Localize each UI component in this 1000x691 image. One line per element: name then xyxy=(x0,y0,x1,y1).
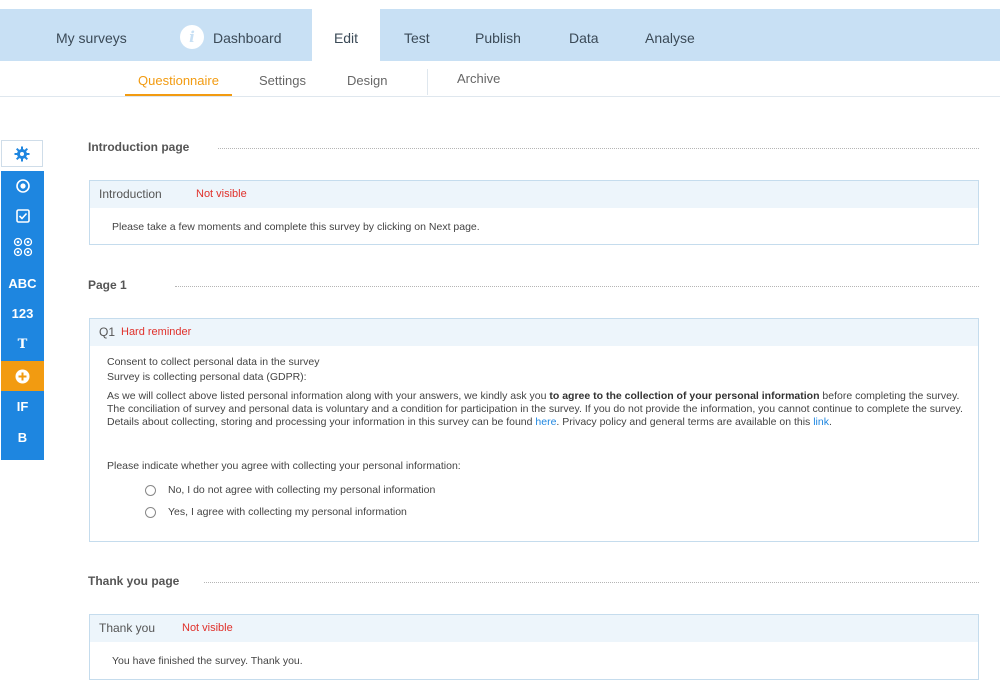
section-divider xyxy=(218,148,979,149)
question-type-sidebar: ABC 123 T IF B xyxy=(1,171,44,460)
subtab-questionnaire[interactable]: Questionnaire xyxy=(125,61,232,96)
add-more-button[interactable] xyxy=(1,361,44,391)
checkbox-question-icon xyxy=(15,209,30,223)
card-header: Introduction Not visible xyxy=(90,181,978,208)
add-block-button[interactable]: B xyxy=(1,422,44,452)
question-subtitle: Survey is collecting personal data (GDPR… xyxy=(107,371,307,383)
visibility-flag: Not visible xyxy=(196,188,247,200)
radio-button[interactable] xyxy=(145,484,156,496)
question-card-q1[interactable]: Q1 Hard reminder Consent to collect pers… xyxy=(89,318,979,542)
info-icon[interactable]: i xyxy=(180,25,204,49)
question-prompt: Please indicate whether you agree with c… xyxy=(107,460,461,472)
thank-you-card[interactable]: Thank you Not visible You have finished … xyxy=(89,614,979,680)
section-divider xyxy=(204,582,979,583)
section-title-page-1: Page 1 xyxy=(88,278,127,292)
card-header: Thank you Not visible xyxy=(90,615,978,642)
section-title-introduction: Introduction page xyxy=(88,140,190,154)
introduction-card[interactable]: Introduction Not visible Please take a f… xyxy=(89,180,979,245)
sub-nav: Questionnaire Settings Design Archive xyxy=(0,61,1000,97)
answer-label: No, I do not agree with collecting my pe… xyxy=(168,484,436,496)
radio-question-icon xyxy=(15,179,30,193)
add-multiple-choice-button[interactable] xyxy=(1,201,44,231)
consent-paragraph: As we will collect above listed personal… xyxy=(107,390,963,428)
question-id: Q1 xyxy=(99,325,116,339)
card-header: Q1 Hard reminder xyxy=(90,319,978,346)
add-text-block-button[interactable]: T xyxy=(1,329,44,359)
radio-button[interactable] xyxy=(145,506,156,518)
gear-icon xyxy=(14,146,30,161)
question-title: Consent to collect personal data in the … xyxy=(107,356,320,368)
tab-data[interactable]: Data xyxy=(569,9,599,61)
tab-publish[interactable]: Publish xyxy=(475,9,521,61)
privacy-policy-link[interactable]: link xyxy=(813,416,829,428)
card-title: Introduction xyxy=(99,187,162,201)
tab-edit[interactable]: Edit xyxy=(312,9,380,61)
add-text-answer-button[interactable]: ABC xyxy=(1,268,44,298)
card-title: Thank you xyxy=(99,621,156,635)
introduction-text: Please take a few moments and complete t… xyxy=(112,221,480,233)
reminder-flag: Hard reminder xyxy=(121,326,192,338)
answer-option[interactable]: No, I do not agree with collecting my pe… xyxy=(145,484,435,496)
add-matrix-button[interactable] xyxy=(1,232,44,262)
add-numeric-answer-button[interactable]: 123 xyxy=(1,298,44,328)
tab-test[interactable]: Test xyxy=(404,9,430,61)
add-single-choice-button[interactable] xyxy=(1,171,44,201)
subtab-archive[interactable]: Archive xyxy=(457,59,500,94)
answer-label: Yes, I agree with collecting my personal… xyxy=(168,506,407,518)
tab-analyse[interactable]: Analyse xyxy=(645,9,695,61)
add-condition-button[interactable]: IF xyxy=(1,391,44,421)
consent-bold-text: to agree to the collection of your perso… xyxy=(549,390,820,402)
details-link[interactable]: here xyxy=(535,416,556,428)
subnav-divider xyxy=(427,69,428,95)
subtab-design[interactable]: Design xyxy=(347,61,387,96)
section-title-thank-you: Thank you page xyxy=(88,574,180,588)
tab-dashboard[interactable]: Dashboard xyxy=(213,9,282,61)
thank-you-text: You have finished the survey. Thank you. xyxy=(112,655,303,667)
tab-my-surveys[interactable]: My surveys xyxy=(56,9,127,61)
answer-option[interactable]: Yes, I agree with collecting my personal… xyxy=(145,506,407,518)
top-nav: My surveys i Dashboard Edit Test Publish… xyxy=(0,9,1000,61)
matrix-question-icon xyxy=(13,237,32,257)
settings-gear-button[interactable] xyxy=(1,140,43,167)
subtab-settings[interactable]: Settings xyxy=(259,61,306,96)
section-divider xyxy=(175,286,979,287)
add-icon xyxy=(15,369,30,383)
visibility-flag: Not visible xyxy=(182,622,233,634)
